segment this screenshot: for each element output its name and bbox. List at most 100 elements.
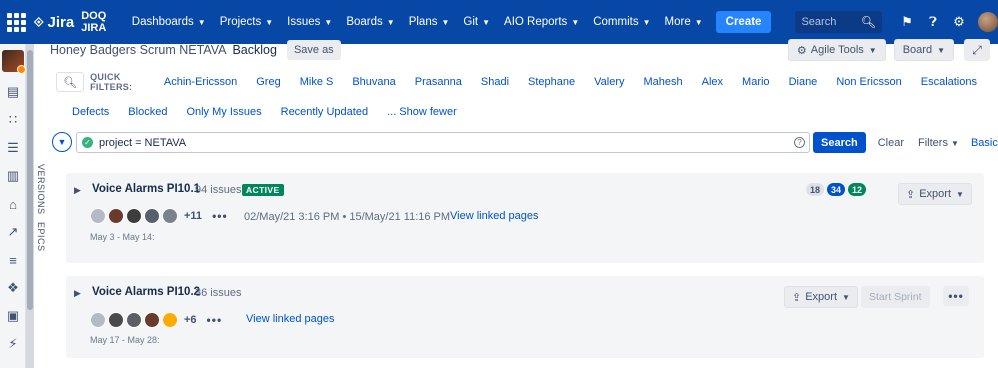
chevron-down-icon: ▼: [956, 189, 964, 199]
filter-icon[interactable]: ▼: [52, 132, 72, 152]
avatar[interactable]: [126, 312, 142, 328]
project-avatar[interactable]: [2, 50, 26, 74]
shortcuts-icon[interactable]: ⚡︎: [0, 330, 26, 358]
clear-button[interactable]: Clear: [878, 137, 904, 149]
search-button[interactable]: Search: [813, 132, 866, 153]
sprint-name[interactable]: Voice Alarms PI10.2: [92, 286, 200, 298]
export-button[interactable]: ⇪ Export ▼: [898, 183, 972, 205]
list-icon[interactable]: ☰: [0, 134, 26, 162]
quick-filter-item[interactable]: Escalations: [921, 76, 977, 88]
quick-filter-item[interactable]: Mike S: [300, 76, 334, 88]
quick-filter-item[interactable]: Shadi: [481, 76, 509, 88]
issues-icon[interactable]: ≡: [0, 246, 26, 274]
board-icon[interactable]: ▥: [0, 162, 26, 190]
nav-dashboards[interactable]: Dashboards ▼: [125, 16, 213, 28]
nav-boards[interactable]: Boards ▼: [339, 16, 401, 28]
chevron-right-icon[interactable]: ▶: [74, 288, 81, 299]
more-options-icon[interactable]: •••: [212, 209, 228, 223]
jira-logo[interactable]: Jira DOQ JIRA: [34, 10, 113, 34]
more-assignees[interactable]: +6: [184, 314, 197, 326]
start-sprint-button[interactable]: Start Sprint: [861, 286, 930, 308]
show-fewer-link[interactable]: ... Show fewer: [387, 106, 457, 118]
export-button[interactable]: ⇪ Export ▼: [784, 286, 858, 308]
quick-filter-item[interactable]: Bhuvana: [352, 76, 395, 88]
chevron-down-icon: ▼: [951, 138, 959, 148]
quick-filter-item[interactable]: Non Ericsson: [836, 76, 901, 88]
app-switcher-icon[interactable]: [7, 11, 26, 33]
help-icon[interactable]: ❓︎: [920, 14, 946, 30]
chevron-down-icon: ▼: [642, 17, 651, 27]
quick-filter-item[interactable]: Greg: [256, 76, 280, 88]
view-linked-pages-link[interactable]: View linked pages: [246, 313, 334, 325]
quick-filter-item[interactable]: Stephane: [528, 76, 575, 88]
filter-search-button[interactable]: 🔍︎: [56, 72, 85, 92]
components-icon[interactable]: ❖: [0, 274, 26, 302]
agile-tools-button[interactable]: ⚙ Agile Tools ▼: [787, 39, 886, 61]
save-as-button[interactable]: Save as: [286, 40, 341, 60]
quick-filter-item[interactable]: Defects: [72, 106, 109, 118]
avatar[interactable]: [162, 208, 178, 224]
global-search-input[interactable]: Search 🔍︎: [795, 11, 882, 33]
breadcrumb-project[interactable]: Honey Badgers Scrum NETAVA: [50, 43, 226, 57]
avatar[interactable]: [90, 208, 106, 224]
expand-icon[interactable]: ⤢: [964, 39, 990, 61]
jira-logo-icon: [34, 17, 44, 27]
avatar[interactable]: [90, 312, 106, 328]
nav-issues[interactable]: Issues ▼: [280, 16, 339, 28]
nav-commits[interactable]: Commits ▼: [586, 16, 657, 28]
create-button[interactable]: Create: [715, 11, 772, 33]
view-linked-pages-link[interactable]: View linked pages: [450, 210, 538, 222]
more-assignees[interactable]: +11: [184, 210, 202, 222]
release-icon[interactable]: ⌂: [0, 190, 26, 218]
jql-search-input[interactable]: ✓ project = NETAVA ?: [76, 132, 810, 153]
tab-versions[interactable]: VERSIONS: [36, 164, 46, 215]
avatar[interactable]: [144, 208, 160, 224]
quick-filter-item[interactable]: Valery: [594, 76, 624, 88]
board-button[interactable]: Board ▼: [893, 39, 954, 61]
quick-filter-item[interactable]: Mario: [742, 76, 770, 88]
reports-icon[interactable]: ↗: [0, 218, 26, 246]
sidebar-scrollbar[interactable]: [26, 44, 34, 368]
gear-icon[interactable]: ⚙: [946, 14, 972, 30]
hierarchy-icon[interactable]: ∷: [0, 106, 26, 134]
pages-icon[interactable]: ▣: [0, 302, 26, 330]
avatar[interactable]: [144, 312, 160, 328]
quick-filter-item[interactable]: Alex: [702, 76, 723, 88]
quick-filter-item[interactable]: Diane: [789, 76, 818, 88]
quick-filter-item[interactable]: Blocked: [128, 106, 167, 118]
chevron-down-icon: ▼: [324, 17, 333, 27]
quick-filter-item[interactable]: Prasanna: [415, 76, 462, 88]
nav-projects[interactable]: Projects ▼: [213, 16, 280, 28]
more-options-icon[interactable]: •••: [207, 313, 223, 327]
quick-filter-item[interactable]: Recently Updated: [281, 106, 368, 118]
chevron-right-icon[interactable]: ▶: [74, 185, 81, 196]
avatar[interactable]: [108, 208, 124, 224]
quick-filter-item[interactable]: Only My Issues: [186, 106, 261, 118]
quick-filter-item[interactable]: Achin-Ericsson: [164, 76, 237, 88]
sprint-name[interactable]: Voice Alarms PI10.1: [92, 183, 200, 195]
nav-label: Git: [463, 16, 479, 28]
nav-plans[interactable]: Plans ▼: [402, 16, 457, 28]
help-icon[interactable]: ?: [794, 137, 805, 148]
nav-aio-reports[interactable]: AIO Reports ▼: [497, 16, 586, 28]
filters-dropdown[interactable]: Filters ▼: [918, 137, 959, 149]
status-badge: ACTIVE: [242, 184, 284, 196]
nav-more[interactable]: More ▼: [658, 16, 710, 28]
avatar[interactable]: [126, 208, 142, 224]
notifications-icon[interactable]: ⚑: [894, 14, 920, 30]
avatar[interactable]: [162, 312, 178, 328]
quick-filters-row: 🔍︎ QUICK FILTERS: Achin-Ericsson Greg Mi…: [56, 71, 996, 93]
quick-filter-item[interactable]: Mahesh: [644, 76, 683, 88]
brand-name: Jira: [47, 13, 75, 31]
page-title: Backlog: [232, 43, 277, 57]
scrollbar-thumb[interactable]: [27, 50, 33, 310]
sprint-more-button[interactable]: •••: [943, 286, 969, 306]
backlog-icon[interactable]: ▤: [0, 78, 26, 106]
nav-label: Commits: [593, 16, 639, 28]
basic-mode-link[interactable]: Basic: [971, 137, 998, 149]
nav-git[interactable]: Git ▼: [456, 16, 497, 28]
user-avatar[interactable]: [978, 12, 998, 32]
avatar[interactable]: [108, 312, 124, 328]
site-name: DOQ JIRA: [81, 10, 107, 34]
tab-epics[interactable]: EPICS: [36, 222, 46, 252]
